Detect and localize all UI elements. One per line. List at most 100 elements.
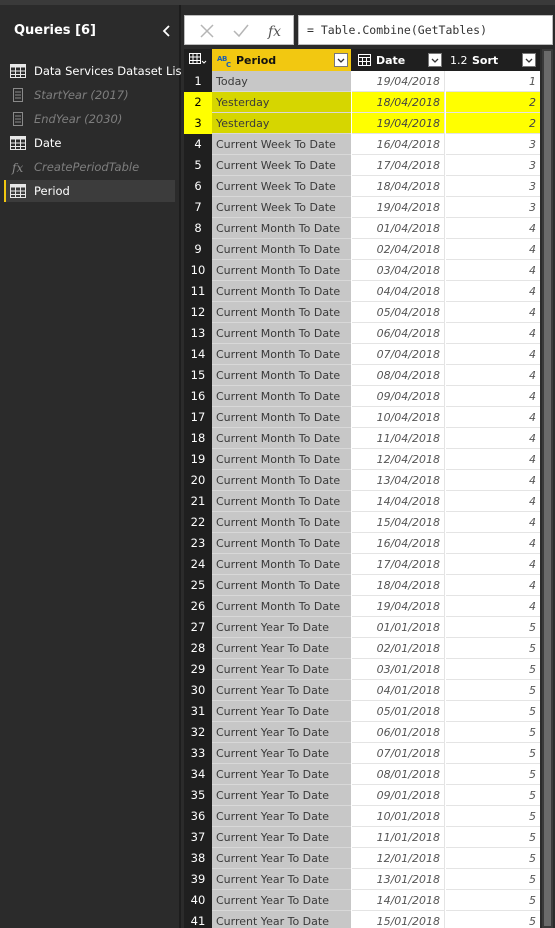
date-cell[interactable]: 12/01/2018	[352, 848, 445, 869]
period-cell[interactable]: Current Month To Date	[212, 365, 351, 386]
date-cell[interactable]: 06/01/2018	[352, 722, 445, 743]
row-number[interactable]: 21	[184, 491, 212, 512]
date-type-icon[interactable]	[357, 53, 373, 67]
date-cell[interactable]: 03/01/2018	[352, 659, 445, 680]
row-number[interactable]: 2	[184, 92, 212, 113]
date-cell[interactable]: 14/01/2018	[352, 890, 445, 911]
date-cell[interactable]: 12/04/2018	[352, 449, 445, 470]
column-header-period[interactable]: A B C Period	[212, 49, 351, 71]
date-cell[interactable]: 02/01/2018	[352, 638, 445, 659]
row-number[interactable]: 38	[184, 848, 212, 869]
table-row[interactable]: 11 Current Month To Date 04/04/2018 4	[184, 281, 540, 302]
date-cell[interactable]: 15/01/2018	[352, 911, 445, 928]
date-cell[interactable]: 13/01/2018	[352, 869, 445, 890]
sort-cell[interactable]: 4	[446, 470, 540, 491]
table-row[interactable]: 10 Current Month To Date 03/04/2018 4	[184, 260, 540, 281]
table-row[interactable]: 32 Current Year To Date 06/01/2018 5	[184, 722, 540, 743]
sort-cell[interactable]: 2	[446, 113, 540, 134]
row-number[interactable]: 30	[184, 680, 212, 701]
table-row[interactable]: 19 Current Month To Date 12/04/2018 4	[184, 449, 540, 470]
table-row[interactable]: 15 Current Month To Date 08/04/2018 4	[184, 365, 540, 386]
table-row[interactable]: 5 Current Week To Date 17/04/2018 3	[184, 155, 540, 176]
table-row[interactable]: 12 Current Month To Date 05/04/2018 4	[184, 302, 540, 323]
column-header-date[interactable]: Date	[352, 49, 445, 71]
period-cell[interactable]: Current Year To Date	[212, 806, 351, 827]
period-cell[interactable]: Current Month To Date	[212, 491, 351, 512]
table-row[interactable]: 28 Current Year To Date 02/01/2018 5	[184, 638, 540, 659]
period-cell[interactable]: Current Year To Date	[212, 617, 351, 638]
sort-cell[interactable]: 4	[446, 554, 540, 575]
row-number[interactable]: 10	[184, 260, 212, 281]
row-number[interactable]: 22	[184, 512, 212, 533]
period-cell[interactable]: Current Year To Date	[212, 764, 351, 785]
table-row[interactable]: 38 Current Year To Date 12/01/2018 5	[184, 848, 540, 869]
table-row[interactable]: 41 Current Year To Date 15/01/2018 5	[184, 911, 540, 928]
sort-cell[interactable]: 4	[446, 281, 540, 302]
date-cell[interactable]: 17/04/2018	[352, 554, 445, 575]
period-cell[interactable]: Current Month To Date	[212, 407, 351, 428]
period-cell[interactable]: Current Year To Date	[212, 638, 351, 659]
row-number[interactable]: 4	[184, 134, 212, 155]
date-cell[interactable]: 19/04/2018	[352, 197, 445, 218]
date-cell[interactable]: 19/04/2018	[352, 113, 445, 134]
table-row[interactable]: 23 Current Month To Date 16/04/2018 4	[184, 533, 540, 554]
date-cell[interactable]: 04/01/2018	[352, 680, 445, 701]
period-cell[interactable]: Current Month To Date	[212, 386, 351, 407]
table-row[interactable]: 8 Current Month To Date 01/04/2018 4	[184, 218, 540, 239]
sort-cell[interactable]: 4	[446, 386, 540, 407]
sort-cell[interactable]: 5	[446, 764, 540, 785]
filter-dropdown-icon[interactable]	[522, 53, 536, 67]
query-item[interactable]: Data Services Dataset List	[4, 60, 186, 82]
sort-cell[interactable]: 3	[446, 134, 540, 155]
period-cell[interactable]: Current Year To Date	[212, 890, 351, 911]
row-number[interactable]: 6	[184, 176, 212, 197]
date-cell[interactable]: 08/04/2018	[352, 365, 445, 386]
row-number[interactable]: 41	[184, 911, 212, 928]
period-cell[interactable]: Current Year To Date	[212, 659, 351, 680]
date-cell[interactable]: 10/01/2018	[352, 806, 445, 827]
row-number[interactable]: 8	[184, 218, 212, 239]
table-row[interactable]: 6 Current Week To Date 18/04/2018 3	[184, 176, 540, 197]
period-cell[interactable]: Current Month To Date	[212, 281, 351, 302]
sort-cell[interactable]: 2	[446, 92, 540, 113]
sort-cell[interactable]: 5	[446, 827, 540, 848]
query-item[interactable]: StartYear (2017)	[4, 84, 175, 106]
table-row[interactable]: 37 Current Year To Date 11/01/2018 5	[184, 827, 540, 848]
period-cell[interactable]: Current Month To Date	[212, 428, 351, 449]
period-cell[interactable]: Current Month To Date	[212, 302, 351, 323]
commit-icon[interactable]	[231, 21, 251, 41]
date-cell[interactable]: 05/04/2018	[352, 302, 445, 323]
row-number[interactable]: 9	[184, 239, 212, 260]
period-cell[interactable]: Current Month To Date	[212, 596, 351, 617]
sort-cell[interactable]: 5	[446, 722, 540, 743]
sort-cell[interactable]: 4	[446, 533, 540, 554]
table-row[interactable]: 7 Current Week To Date 19/04/2018 3	[184, 197, 540, 218]
period-cell[interactable]: Current Month To Date	[212, 575, 351, 596]
sort-cell[interactable]: 5	[446, 785, 540, 806]
query-item[interactable]: EndYear (2030)	[4, 108, 175, 130]
sort-cell[interactable]: 5	[446, 659, 540, 680]
period-cell[interactable]: Current Year To Date	[212, 848, 351, 869]
sort-cell[interactable]: 5	[446, 743, 540, 764]
date-cell[interactable]: 19/04/2018	[352, 71, 445, 92]
table-row[interactable]: 13 Current Month To Date 06/04/2018 4	[184, 323, 540, 344]
date-cell[interactable]: 02/04/2018	[352, 239, 445, 260]
collapse-pane-icon[interactable]	[160, 23, 174, 39]
date-cell[interactable]: 16/04/2018	[352, 134, 445, 155]
row-number[interactable]: 40	[184, 890, 212, 911]
date-cell[interactable]: 08/01/2018	[352, 764, 445, 785]
table-row[interactable]: 27 Current Year To Date 01/01/2018 5	[184, 617, 540, 638]
sort-cell[interactable]: 3	[446, 197, 540, 218]
period-cell[interactable]: Current Month To Date	[212, 323, 351, 344]
sort-cell[interactable]: 4	[446, 491, 540, 512]
table-row[interactable]: 18 Current Month To Date 11/04/2018 4	[184, 428, 540, 449]
query-item[interactable]: fx CreatePeriodTable	[4, 156, 175, 178]
row-number[interactable]: 11	[184, 281, 212, 302]
query-item[interactable]: Date	[4, 132, 175, 154]
table-row[interactable]: 3 Yesterday 19/04/2018 2	[184, 113, 540, 134]
table-row[interactable]: 40 Current Year To Date 14/01/2018 5	[184, 890, 540, 911]
period-cell[interactable]: Current Year To Date	[212, 722, 351, 743]
date-cell[interactable]: 16/04/2018	[352, 533, 445, 554]
row-number[interactable]: 15	[184, 365, 212, 386]
row-number[interactable]: 3	[184, 113, 212, 134]
